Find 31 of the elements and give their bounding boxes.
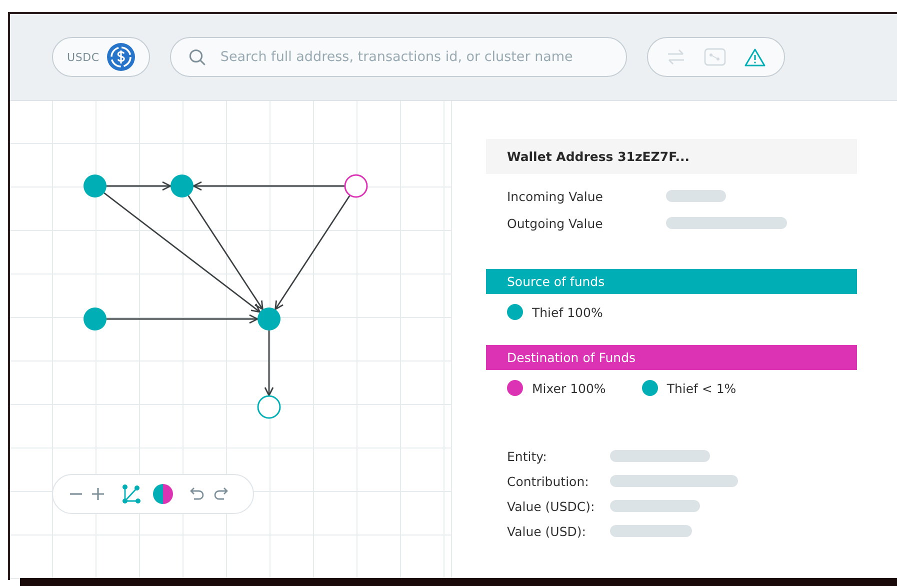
field-label: Entity: — [507, 448, 548, 464]
legend-label: Mixer 100% — [532, 380, 606, 396]
graph-node — [84, 174, 106, 198]
undo-icon[interactable] — [189, 486, 205, 502]
search-icon — [189, 48, 206, 66]
field-label: Incoming Value — [507, 188, 604, 204]
graph-node — [258, 308, 280, 330]
field-label: Contribution: — [507, 474, 590, 488]
coin-icon — [107, 43, 136, 71]
network-icon[interactable] — [121, 484, 141, 504]
field-label: Value (USD): — [507, 524, 587, 538]
legend-label: Thief < 1% — [666, 380, 736, 396]
section-header: Source of funds — [486, 269, 857, 294]
redo-icon[interactable] — [213, 486, 229, 502]
section-header: Destination of Funds — [486, 345, 857, 370]
currency-selector[interactable]: USDC — [52, 37, 150, 77]
zoom-in-icon[interactable] — [91, 487, 105, 501]
graph-node — [344, 174, 368, 198]
graph-node — [257, 395, 281, 419]
graph-node — [84, 308, 106, 330]
graph-node — [170, 174, 194, 198]
edge-arrow — [264, 330, 274, 396]
warning-icon[interactable] — [744, 48, 766, 66]
search-bar[interactable]: Search full address, transactions id, or cluster name — [170, 37, 628, 77]
legend-label: Thief 100% — [532, 304, 603, 320]
field-label: Outgoing Value — [507, 216, 604, 230]
placeholder-bar — [666, 190, 726, 202]
wallet-title: Wallet Address 31zEZ7F... — [486, 139, 857, 174]
field-label: Value (USDC): — [507, 498, 596, 514]
search-field[interactable]: Search full address, transactions id, or cluster name — [220, 49, 608, 65]
color-toggle-icon[interactable] — [153, 484, 173, 504]
